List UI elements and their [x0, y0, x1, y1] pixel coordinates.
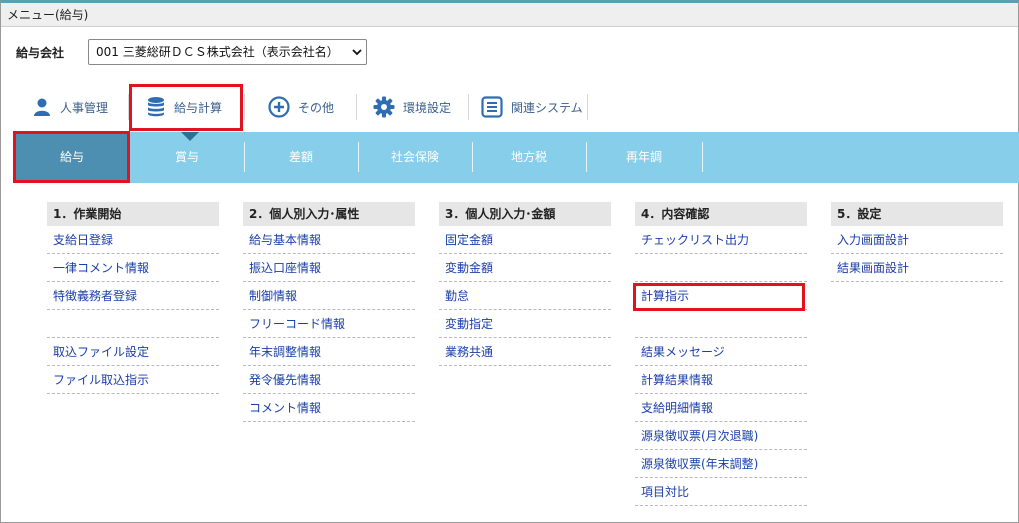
menu-item[interactable]: 年末調整情報 — [243, 338, 415, 366]
subtab-divider — [702, 142, 703, 172]
tab-settings-label: 環境設定 — [403, 100, 452, 115]
menu-item[interactable]: 制御情報 — [243, 282, 415, 310]
subtab-readjustment[interactable]: 再年調 — [586, 132, 702, 183]
tab-other[interactable]: その他 — [268, 92, 334, 122]
menu-item-empty — [635, 310, 807, 338]
tab-other-label: その他 — [298, 100, 335, 115]
menu-column-2: 2．個人別入力･属性 給与基本情報 振込口座情報 制御情報 フリーコード情報 年… — [243, 202, 415, 422]
menu-item[interactable]: 支給日登録 — [47, 226, 219, 254]
tab-hr[interactable]: 人事管理 — [32, 92, 108, 122]
tab-divider — [356, 94, 357, 120]
menu-item[interactable]: 入力画面設計 — [831, 226, 1003, 254]
tab-payroll[interactable]: 給与計算 — [146, 92, 222, 122]
menu-item[interactable]: 結果画面設計 — [831, 254, 1003, 282]
menu-item[interactable]: 変動指定 — [439, 310, 611, 338]
tab-payroll-label: 給与計算 — [174, 100, 223, 115]
column-heading: 1．作業開始 — [47, 202, 219, 226]
menu-item[interactable]: ファイル取込指示 — [47, 366, 219, 394]
menu-item[interactable]: 変動金額 — [439, 254, 611, 282]
list-icon — [481, 96, 503, 118]
menu-column-4: 4．内容確認 チェックリスト出力 計算指示 結果メッセージ 計算結果情報 支給明… — [635, 202, 807, 506]
menu-column-5: 5．設定 入力画面設計 結果画面設計 — [831, 202, 1003, 282]
tab-related-systems[interactable]: 関連システム — [481, 92, 583, 122]
menu-item[interactable]: 給与基本情報 — [243, 226, 415, 254]
tab-divider — [128, 94, 129, 120]
menu-item[interactable]: 業務共通 — [439, 338, 611, 366]
menu-item[interactable]: コメント情報 — [243, 394, 415, 422]
menu-item[interactable]: 発令優先情報 — [243, 366, 415, 394]
subtab-local-tax[interactable]: 地方税 — [472, 132, 586, 183]
column-heading: 2．個人別入力･属性 — [243, 202, 415, 226]
subtab-difference[interactable]: 差額 — [244, 132, 358, 183]
menu-item[interactable]: 一律コメント情報 — [47, 254, 219, 282]
menu-item[interactable]: 支給明細情報 — [635, 394, 807, 422]
menu-item-calc-instruction[interactable]: 計算指示 — [635, 282, 807, 310]
tab-divider — [468, 94, 469, 120]
window-title: メニュー(給与) — [1, 3, 1018, 27]
menu-column-3: 3．個人別入力･金額 固定金額 変動金額 勤怠 変動指定 業務共通 — [439, 202, 611, 366]
menu-item[interactable]: 振込口座情報 — [243, 254, 415, 282]
person-icon — [34, 98, 50, 116]
menu-item[interactable]: 項目対比 — [635, 478, 807, 506]
menu-item-empty — [635, 254, 807, 282]
menu-column-1: 1．作業開始 支給日登録 一律コメント情報 特徴義務者登録 取込ファイル設定 フ… — [47, 202, 219, 394]
column-heading: 5．設定 — [831, 202, 1003, 226]
tab-settings[interactable]: 環境設定 — [373, 92, 451, 122]
menu-item[interactable]: 結果メッセージ — [635, 338, 807, 366]
column-heading: 4．内容確認 — [635, 202, 807, 226]
column-heading: 3．個人別入力･金額 — [439, 202, 611, 226]
gear-icon — [373, 96, 395, 118]
tab-divider — [244, 94, 245, 120]
company-select-value: 001 三菱総研ＤＣＳ株式会社（表示会社名） — [96, 45, 339, 59]
menu-item[interactable]: 勤怠 — [439, 282, 611, 310]
menu-item[interactable]: 計算結果情報 — [635, 366, 807, 394]
menu-item[interactable]: 源泉徴収票(月次退職) — [635, 422, 807, 450]
subtab-salary[interactable]: 給与 — [14, 132, 130, 183]
active-tab-caret — [181, 132, 199, 141]
tab-hr-label: 人事管理 — [60, 100, 109, 115]
menu-item[interactable]: 源泉徴収票(年末調整) — [635, 450, 807, 478]
tab-divider — [587, 94, 588, 120]
menu-item[interactable]: チェックリスト出力 — [635, 226, 807, 254]
database-icon — [148, 97, 164, 117]
tab-related-systems-label: 関連システム — [511, 100, 583, 115]
menu-item-empty — [47, 310, 219, 338]
menu-item[interactable]: 特徴義務者登録 — [47, 282, 219, 310]
company-label: 給与会社 — [16, 46, 65, 60]
menu-item[interactable]: 取込ファイル設定 — [47, 338, 219, 366]
company-select[interactable]: 001 三菱総研ＤＣＳ株式会社（表示会社名） — [88, 39, 367, 65]
chevron-down-icon — [352, 49, 362, 56]
subtab-social-insurance[interactable]: 社会保険 — [358, 132, 472, 183]
plus-circle-icon — [268, 96, 290, 118]
menu-item[interactable]: フリーコード情報 — [243, 310, 415, 338]
menu-item[interactable]: 固定金額 — [439, 226, 611, 254]
